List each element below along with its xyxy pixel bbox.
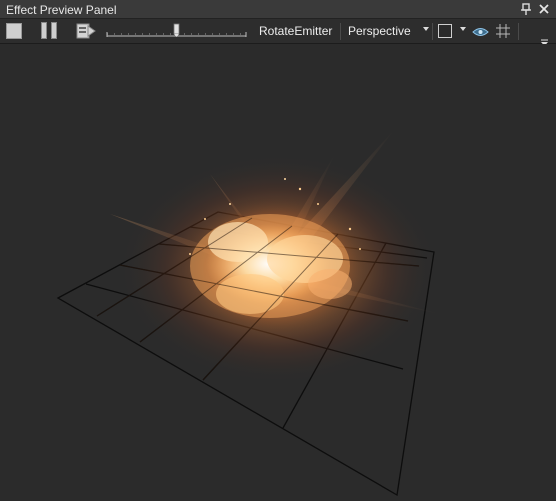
playback-slider[interactable] xyxy=(105,23,248,40)
chevron-down-icon[interactable] xyxy=(423,27,429,31)
fire-effect xyxy=(110,129,440,384)
camera-mode-dropdown[interactable]: Perspective xyxy=(348,24,411,38)
step-forward-icon xyxy=(76,23,96,39)
overflow-menu-icon[interactable] xyxy=(540,34,549,46)
panel-title: Effect Preview Panel xyxy=(6,3,117,17)
effect-preview-panel: Effect Preview Panel RotateEmitter Persp… xyxy=(0,0,556,501)
step-forward-button[interactable] xyxy=(76,22,96,40)
slider-thumb[interactable] xyxy=(173,23,180,37)
grid-icon[interactable] xyxy=(495,23,511,39)
toolbar-separator xyxy=(432,23,433,40)
stop-button[interactable] xyxy=(6,23,22,39)
rotate-emitter-toggle[interactable]: RotateEmitter xyxy=(259,24,332,38)
close-icon[interactable] xyxy=(537,2,551,16)
pause-button[interactable] xyxy=(41,22,59,40)
pin-icon[interactable] xyxy=(519,2,533,16)
toolbar-separator xyxy=(518,23,519,40)
eye-icon[interactable] xyxy=(472,25,489,37)
title-bar: Effect Preview Panel xyxy=(0,0,556,19)
chevron-down-icon[interactable] xyxy=(460,27,466,31)
effect-viewport[interactable] xyxy=(0,44,556,501)
toolbar: RotateEmitter Perspective xyxy=(0,19,556,44)
toolbar-separator xyxy=(340,23,341,40)
background-color-swatch[interactable] xyxy=(438,24,452,38)
